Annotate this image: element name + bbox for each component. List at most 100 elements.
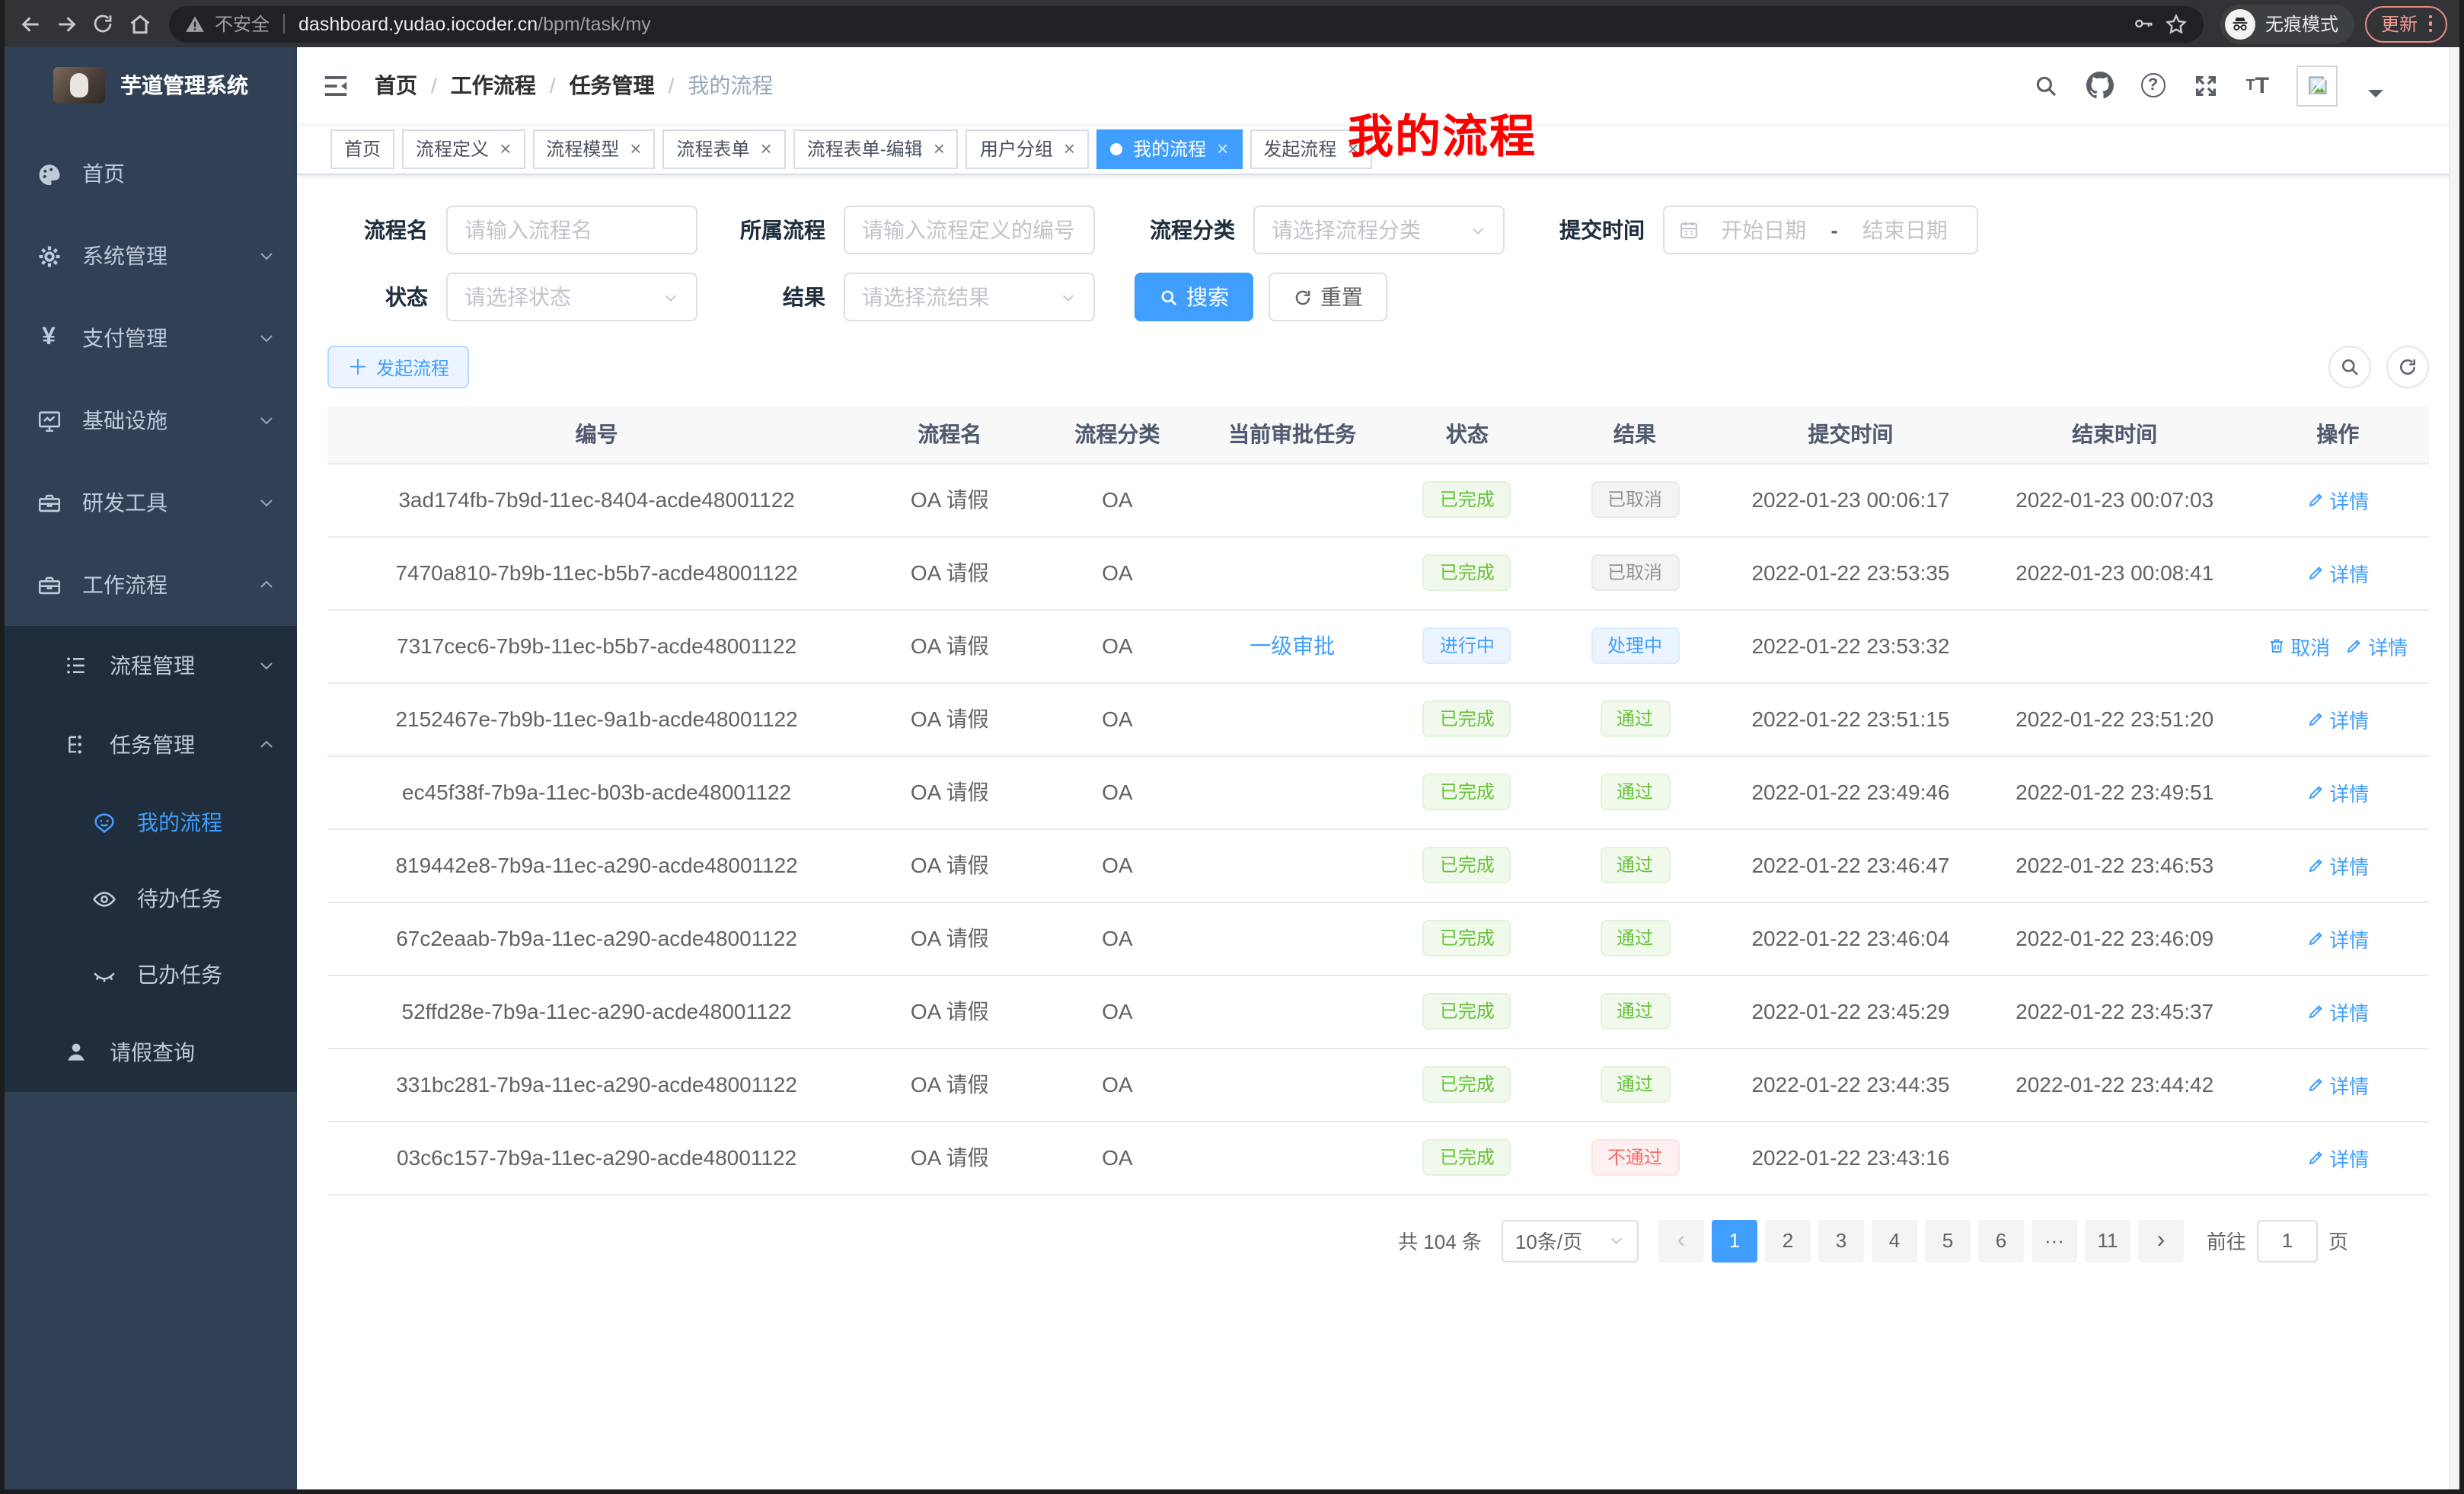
- detail-link[interactable]: 详情: [2306, 704, 2369, 733]
- breadcrumb-workflow[interactable]: 工作流程: [451, 70, 536, 101]
- cell-id: ec45f38f-7b9a-11ec-b03b-acde48001122: [327, 755, 866, 828]
- breadcrumb-task-management[interactable]: 任务管理: [570, 70, 655, 101]
- reload-icon[interactable]: [90, 11, 116, 37]
- app-logo-row[interactable]: 芋道管理系统: [5, 47, 297, 123]
- prev-page-button[interactable]: ‹: [1658, 1219, 1704, 1262]
- page-button-11[interactable]: 11: [2085, 1219, 2130, 1262]
- sidebar-item-infrastructure[interactable]: 基础设施: [5, 379, 297, 461]
- security-label[interactable]: 不安全: [215, 11, 270, 37]
- password-key-icon[interactable]: [2133, 12, 2156, 35]
- help-icon[interactable]: ?: [2140, 73, 2165, 97]
- search-icon[interactable]: [2032, 72, 2058, 98]
- tab-4[interactable]: 流程表单×: [662, 129, 785, 168]
- refresh-list-button[interactable]: [2386, 346, 2429, 388]
- tab-2[interactable]: 流程定义×: [402, 129, 525, 168]
- next-page-button[interactable]: ›: [2138, 1219, 2184, 1262]
- page-button-3[interactable]: 3: [1818, 1219, 1864, 1262]
- sidebar-item-dev-tools[interactable]: 研发工具: [5, 461, 297, 544]
- cell-result: 通过: [1551, 975, 1719, 1048]
- update-button[interactable]: 更新: [2366, 5, 2447, 42]
- sidebar-item-home[interactable]: 首页: [5, 132, 297, 215]
- page-button-2[interactable]: 2: [1765, 1219, 1811, 1262]
- avatar-dropdown-caret[interactable]: [2368, 90, 2383, 105]
- result-select[interactable]: 请选择流结果: [844, 273, 1095, 321]
- cell-category: OA: [1033, 682, 1201, 755]
- sidebar-item-system[interactable]: 系统管理: [5, 215, 297, 297]
- page-button-1[interactable]: 1: [1712, 1219, 1757, 1262]
- process-name-input[interactable]: 请输入流程名: [446, 206, 697, 254]
- fullscreen-icon[interactable]: [2192, 72, 2218, 98]
- tab-close-icon[interactable]: ×: [500, 139, 511, 158]
- chevron-down-icon: [257, 493, 276, 512]
- browser-menu-icon[interactable]: [2428, 15, 2432, 33]
- cell-status: 已完成: [1384, 902, 1551, 975]
- tab-1[interactable]: 首页: [330, 129, 394, 168]
- sidebar-item-todo-tasks[interactable]: 待办任务: [5, 860, 297, 937]
- font-size-icon[interactable]: TT: [2245, 72, 2269, 98]
- detail-link[interactable]: 详情: [2306, 777, 2369, 806]
- status-badge: 已完成: [1423, 1066, 1511, 1103]
- edit-pen-icon: [2306, 929, 2325, 947]
- result-badge: 不通过: [1591, 1139, 1679, 1176]
- github-icon[interactable]: [2086, 72, 2113, 99]
- tab-6[interactable]: 用户分组×: [966, 129, 1089, 168]
- detail-link[interactable]: 详情: [2306, 924, 2369, 953]
- tab-close-icon[interactable]: ×: [934, 139, 945, 158]
- page-button-6[interactable]: 6: [1978, 1219, 2024, 1262]
- cell-status: 已完成: [1384, 1048, 1551, 1121]
- cancel-link[interactable]: 取消: [2268, 631, 2330, 660]
- tab-7[interactable]: 我的流程×: [1096, 129, 1242, 168]
- page-size-select[interactable]: 10条/页: [1502, 1219, 1639, 1262]
- tab-close-icon[interactable]: ×: [1217, 139, 1228, 158]
- tab-5[interactable]: 流程表单-编辑×: [793, 129, 959, 168]
- edit-pen-icon: [2306, 1148, 2325, 1167]
- page-ellipsis[interactable]: ···: [2032, 1219, 2077, 1262]
- cell-result: 已取消: [1551, 536, 1719, 609]
- sidebar-item-process-management[interactable]: 流程管理: [5, 626, 297, 705]
- page-button-4[interactable]: 4: [1872, 1219, 1917, 1262]
- sidebar-item-done-tasks[interactable]: 已办任务: [5, 937, 297, 1013]
- tab-close-icon[interactable]: ×: [630, 139, 641, 158]
- detail-link[interactable]: 详情: [2306, 558, 2369, 587]
- sidebar-item-leave-query[interactable]: 请假查询: [5, 1013, 297, 1092]
- breadcrumb-home[interactable]: 首页: [375, 70, 417, 101]
- detail-link[interactable]: 详情: [2306, 851, 2369, 879]
- detail-link[interactable]: 详情: [2306, 485, 2369, 514]
- tab-3[interactable]: 流程模型×: [532, 129, 655, 168]
- sidebar-item-task-management[interactable]: 任务管理: [5, 705, 297, 784]
- avatar[interactable]: [2296, 65, 2338, 106]
- not-secure-warning-icon[interactable]: [184, 13, 206, 34]
- sidebar-item-workflow[interactable]: 工作流程: [5, 544, 297, 626]
- goto-page-input[interactable]: 1: [2257, 1219, 2318, 1262]
- home-icon[interactable]: [126, 11, 152, 37]
- page-button-5[interactable]: 5: [1925, 1219, 1971, 1262]
- back-icon[interactable]: [17, 11, 43, 37]
- reset-button[interactable]: 重置: [1269, 273, 1387, 321]
- process-table: 编号流程名流程分类当前审批任务状态结果提交时间结束时间操作 3ad174fb-7…: [327, 407, 2429, 1195]
- detail-link[interactable]: 详情: [2306, 1143, 2369, 1172]
- detail-link[interactable]: 详情: [2345, 631, 2408, 660]
- sidebar-item-my-process[interactable]: 我的流程: [5, 784, 297, 860]
- tab-close-icon[interactable]: ×: [1064, 139, 1075, 158]
- detail-link[interactable]: 详情: [2306, 1070, 2369, 1099]
- show-search-toggle-button[interactable]: [2328, 346, 2371, 388]
- sidebar-collapse-icon[interactable]: [321, 71, 350, 100]
- create-process-button[interactable]: ＋ 发起流程: [327, 346, 469, 388]
- parent-process-input[interactable]: 请输入流程定义的编号: [844, 206, 1095, 254]
- sidebar-item-payment[interactable]: ¥ 支付管理: [5, 297, 297, 379]
- search-button[interactable]: 搜索: [1135, 273, 1253, 321]
- page-url[interactable]: dashboard.yudao.iocoder.cn/bpm/task/my: [298, 13, 651, 34]
- tab-close-icon[interactable]: ×: [761, 139, 772, 158]
- sidebar: 芋道管理系统 首页 系统管理 ¥ 支付管: [5, 47, 297, 1489]
- page-scrollbar[interactable]: [2449, 47, 2459, 1489]
- edit-pen-icon: [2345, 637, 2363, 655]
- result-badge: 通过: [1600, 920, 1670, 956]
- bookmark-star-icon[interactable]: [2165, 11, 2189, 36]
- forward-icon[interactable]: [53, 11, 79, 37]
- address-bar[interactable]: 不安全 dashboard.yudao.iocoder.cn/bpm/task/…: [169, 5, 2204, 42]
- detail-link[interactable]: 详情: [2306, 997, 2369, 1026]
- category-select[interactable]: 请选择流程分类: [1253, 206, 1505, 254]
- status-select[interactable]: 请选择状态: [446, 273, 697, 321]
- submit-time-range-picker[interactable]: 开始日期 - 结束日期: [1663, 206, 1978, 254]
- task-link[interactable]: 一级审批: [1250, 634, 1335, 658]
